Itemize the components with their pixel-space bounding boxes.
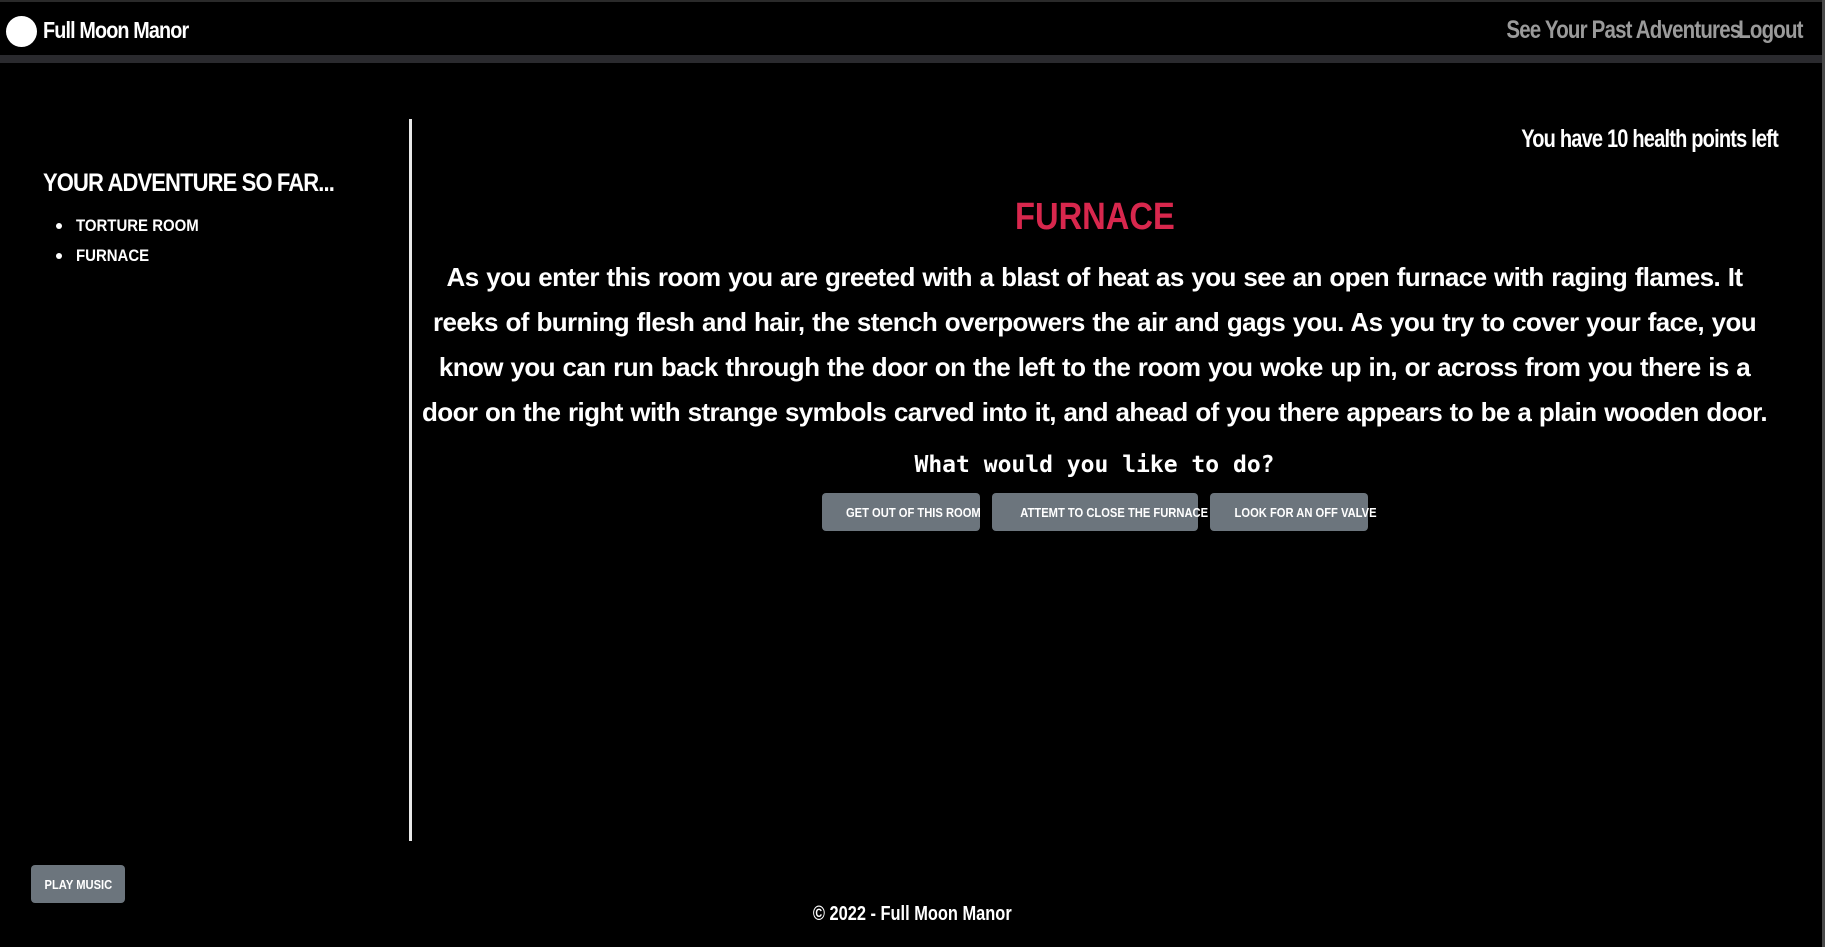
health-status: You have 10 health points left — [1521, 125, 1779, 153]
list-item: Furnace — [56, 241, 215, 271]
room-title-text: Furnace — [1014, 196, 1175, 238]
get-out-label: Get out of this room — [845, 504, 981, 520]
room-title: Furnace — [412, 196, 1777, 239]
adventure-list: Torture Room Furnace — [56, 211, 215, 271]
past-adventures-link[interactable]: See Your Past Adventures — [1506, 16, 1741, 45]
navbar: Full Moon Manor See Your Past Adventures… — [0, 0, 1825, 63]
nav-links: See Your Past Adventures Logout — [1455, 16, 1804, 45]
copyright-text: © 2022 - Full Moon Manor — [813, 903, 1012, 925]
play-music-label: Play Music — [44, 876, 112, 892]
sidebar-title: Your Adventure So Far... — [43, 169, 335, 197]
off-valve-label: Look for an off valve — [1234, 504, 1377, 520]
room-history-label: Furnace — [76, 246, 150, 265]
list-item: Torture Room — [56, 211, 215, 241]
close-furnace-button[interactable]: Attemt to close the furnace — [991, 493, 1208, 531]
moon-icon — [6, 16, 37, 47]
logout-link[interactable]: Logout — [1738, 16, 1803, 45]
close-furnace-label: Attemt to close the furnace — [1019, 504, 1208, 520]
room-description: As you enter this room you are greeted w… — [422, 262, 1768, 427]
get-out-button[interactable]: Get out of this room — [821, 493, 981, 531]
off-valve-button[interactable]: Look for an off valve — [1209, 493, 1376, 531]
bullet-icon — [56, 223, 62, 229]
room-history-label: Torture Room — [76, 216, 199, 235]
play-music-button[interactable]: Play Music — [31, 865, 125, 903]
bullet-icon — [56, 253, 62, 259]
choice-prompt: What would you like to do? — [914, 452, 1275, 478]
footer: © 2022 - Full Moon Manor — [0, 903, 1825, 926]
choice-buttons: Get out of this room Attemt to close the… — [412, 493, 1777, 531]
brand-link[interactable]: Full Moon Manor — [43, 17, 189, 44]
